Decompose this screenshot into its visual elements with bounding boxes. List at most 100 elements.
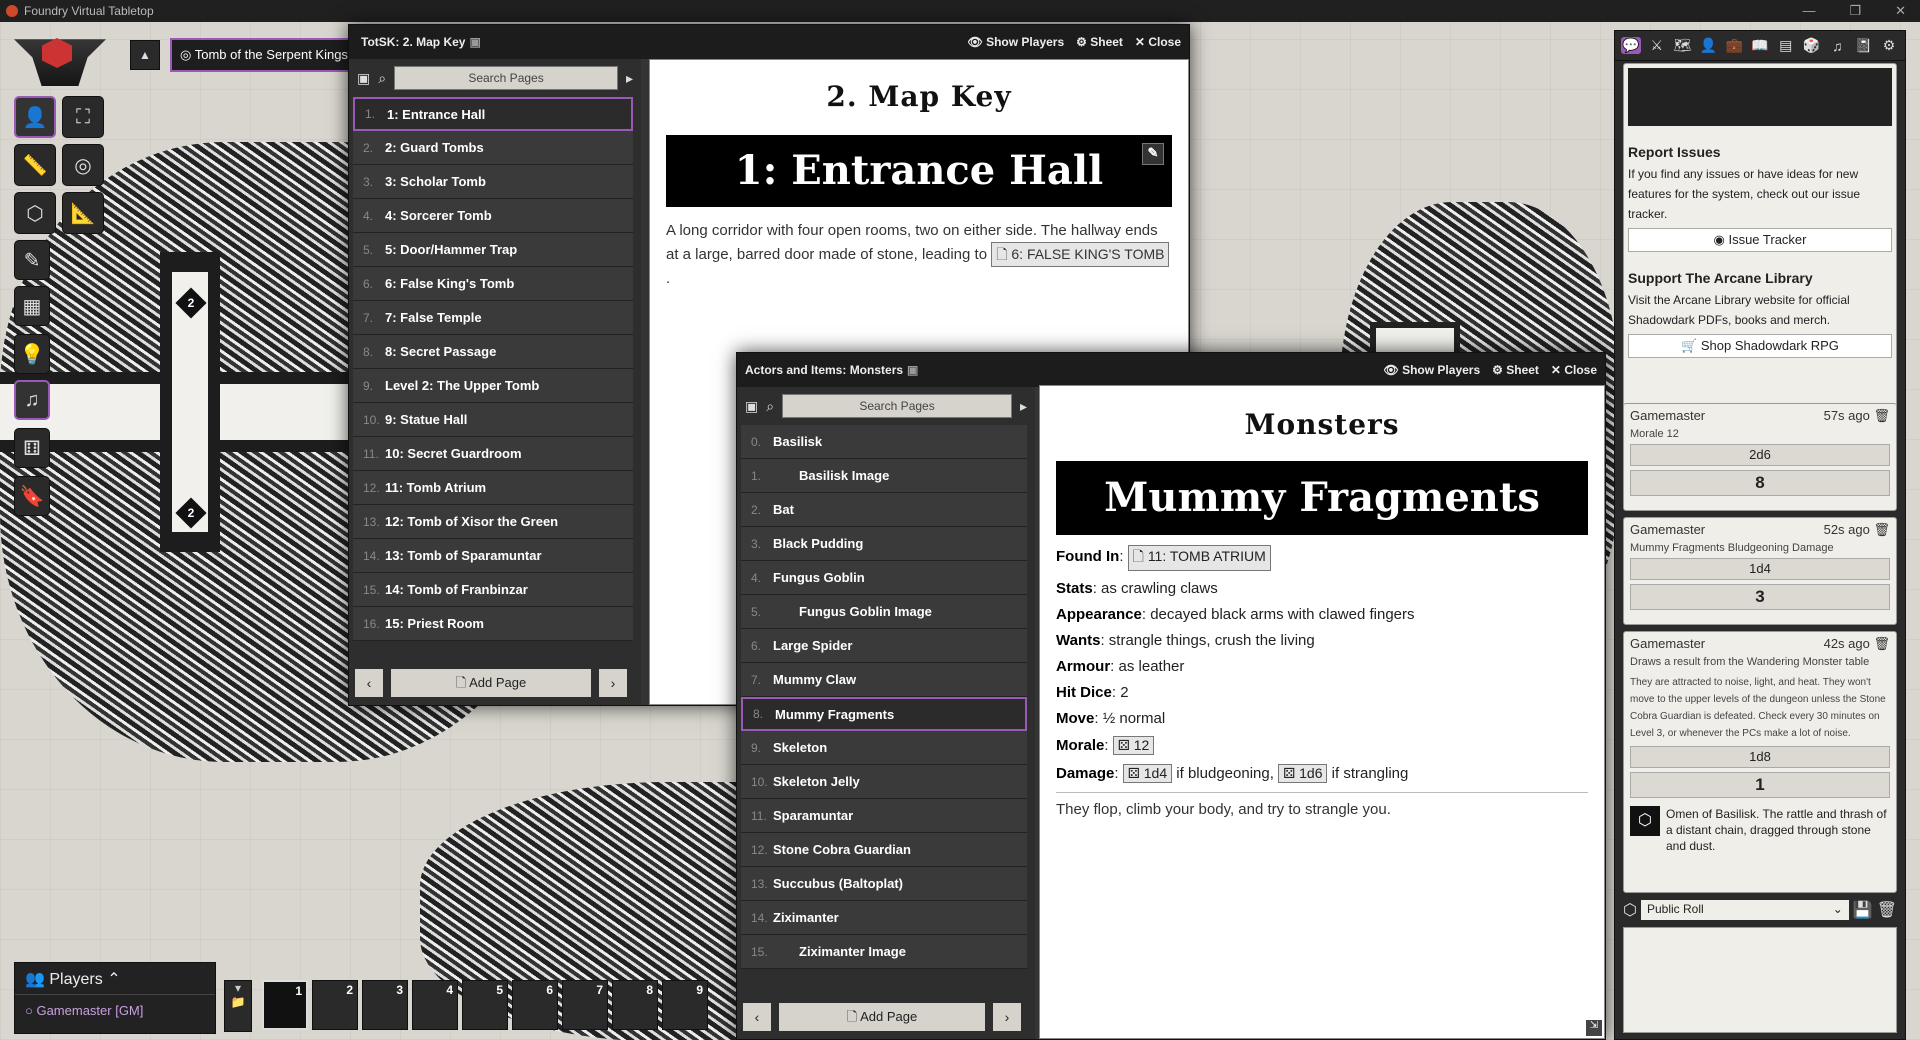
page-list-item[interactable]: 7. Mummy Claw [741, 663, 1027, 697]
issue-tracker-button[interactable]: ◉ Issue Tracker [1628, 228, 1892, 252]
macro-slot[interactable]: 1 [262, 980, 308, 1030]
scene-control-2-icon[interactable]: 📏 [14, 144, 56, 186]
minimize-button[interactable]: — [1802, 0, 1815, 22]
page-list-item[interactable]: 12. Stone Cobra Guardian [741, 833, 1027, 867]
macro-slot[interactable]: 3 [362, 980, 408, 1030]
monsters-journal-window[interactable]: Actors and Items: Monsters ▣ 👁 Show Play… [736, 352, 1606, 1040]
sidebar-tab-0-icon[interactable]: 💬 [1621, 37, 1641, 54]
macro-slot[interactable]: 9 [662, 980, 708, 1030]
toggle-sidebar-icon[interactable]: ▣ [357, 70, 370, 87]
chat-input[interactable] [1623, 927, 1897, 1033]
sheet-button[interactable]: ⚙ Sheet [1492, 363, 1539, 377]
monsters-window-header[interactable]: Actors and Items: Monsters ▣ 👁 Show Play… [737, 353, 1605, 387]
sidebar-tab-9-icon[interactable]: 📓 [1853, 37, 1873, 54]
page-list-item[interactable]: 8. 8: Secret Passage [353, 335, 633, 369]
page-list-item[interactable]: 10. Skeleton Jelly [741, 765, 1027, 799]
next-page-button[interactable]: › [993, 1003, 1021, 1031]
map-key-window-header[interactable]: TotSK: 2. Map Key ▣ 👁 Show Players ⚙ She… [349, 25, 1189, 59]
scene-control-10-icon[interactable]: ⚅ [14, 428, 50, 468]
page-list-item[interactable]: 13. 12: Tomb of Xisor the Green [353, 505, 633, 539]
page-list-item[interactable]: 11. Sparamuntar [741, 799, 1027, 833]
page-list-item[interactable]: 3. Black Pudding [741, 527, 1027, 561]
sheet-button[interactable]: ⚙ Sheet [1076, 35, 1123, 49]
page-list-item[interactable]: 6. Large Spider [741, 629, 1027, 663]
page-list-item[interactable]: 9. Level 2: The Upper Tomb [353, 369, 633, 403]
sidebar-tab-1-icon[interactable]: ⚔ [1647, 37, 1667, 54]
sidebar-tab-5-icon[interactable]: 📖 [1750, 37, 1770, 54]
macro-slot[interactable]: 5 [462, 980, 508, 1030]
map-marker-2-top[interactable]: 2 [175, 287, 207, 319]
macro-slot[interactable]: 8 [612, 980, 658, 1030]
page-list-item[interactable]: 0. Basilisk [741, 425, 1027, 459]
sidebar-tab-10-icon[interactable]: ⚙ [1879, 37, 1899, 54]
page-list-item[interactable]: 4. 4: Sorcerer Tomb [353, 199, 633, 233]
show-players-button[interactable]: 👁 Show Players [968, 35, 1065, 49]
page-list-item[interactable]: 5. Fungus Goblin Image [741, 595, 1027, 629]
damage-roll-1d6-button[interactable]: ⚄ 1d6 [1278, 764, 1328, 783]
page-list-item[interactable]: 1. 1: Entrance Hall [353, 97, 633, 131]
page-list-item[interactable]: 15. Ziximanter Image [741, 935, 1027, 969]
macro-slot[interactable]: 7 [562, 980, 608, 1030]
roll-mode-select[interactable]: Public Roll ⌄ [1640, 900, 1849, 920]
scene-control-1-icon[interactable]: ⛶ [62, 96, 104, 138]
scene-control-7-icon[interactable]: ▦ [14, 286, 50, 326]
page-list-item[interactable]: 1. Basilisk Image [741, 459, 1027, 493]
search-pages-input[interactable]: Search Pages [394, 66, 618, 90]
show-players-button[interactable]: 👁 Show Players [1384, 363, 1481, 377]
dice-formula[interactable]: 1d8 [1630, 746, 1890, 768]
dice-formula[interactable]: 2d6 [1630, 444, 1890, 466]
page-list-item[interactable]: 15. 14: Tomb of Franbinzar [353, 573, 633, 607]
page-list-item[interactable]: 2. Bat [741, 493, 1027, 527]
macro-slot[interactable]: 6 [512, 980, 558, 1030]
macro-slot[interactable]: 4 [412, 980, 458, 1030]
page-list-item[interactable]: 13. Succubus (Baltoplat) [741, 867, 1027, 901]
dice-formula[interactable]: 1d4 [1630, 558, 1890, 580]
page-list-item[interactable]: 14. Ziximanter [741, 901, 1027, 935]
page-list-item[interactable]: 12. 11: Tomb Atrium [353, 471, 633, 505]
scene-control-6-icon[interactable]: ✎ [14, 240, 50, 280]
page-list-item[interactable]: 6. 6: False King's Tomb [353, 267, 633, 301]
scene-control-3-icon[interactable]: ◎ [62, 144, 104, 186]
close-button[interactable]: ✕ Close [1551, 363, 1597, 377]
sidebar-tab-2-icon[interactable]: 🗺 [1673, 37, 1693, 54]
macro-slot[interactable]: 2 [312, 980, 358, 1030]
sidebar-tab-4-icon[interactable]: 💼 [1724, 37, 1744, 54]
page-list-item[interactable]: 10. 9: Statue Hall [353, 403, 633, 437]
map-marker-2-bottom[interactable]: 2 [175, 497, 207, 529]
edit-page-icon[interactable]: ✎ [1142, 143, 1164, 165]
save-icon[interactable]: 💾 [1853, 900, 1873, 920]
close-window-button[interactable]: ✕ [1895, 0, 1906, 22]
scene-control-8-icon[interactable]: 💡 [14, 334, 50, 374]
players-header[interactable]: 👥 Players ⌃ [15, 963, 215, 995]
page-list-item[interactable]: 8. Mummy Fragments [741, 697, 1027, 731]
sidebar-tab-7-icon[interactable]: 🎲 [1802, 37, 1822, 54]
scene-nav-toggle[interactable]: ▲ [130, 40, 160, 70]
page-list-item[interactable]: 11. 10: Secret Guardroom [353, 437, 633, 471]
close-button[interactable]: ✕ Close [1135, 35, 1181, 49]
page-list-item[interactable]: 7. 7: False Temple [353, 301, 633, 335]
page-list-item[interactable]: 5. 5: Door/Hammer Trap [353, 233, 633, 267]
scene-control-5-icon[interactable]: 📐 [62, 192, 104, 234]
prev-page-button[interactable]: ‹ [355, 669, 383, 697]
scene-control-11-icon[interactable]: 🔖 [14, 476, 50, 516]
page-list-item[interactable]: 3. 3: Scholar Tomb [353, 165, 633, 199]
trash-icon[interactable]: 🗑 [1873, 636, 1890, 651]
copy-id-icon[interactable]: ▣ [907, 363, 918, 377]
trash-icon[interactable]: 🗑 [1877, 900, 1897, 920]
shop-button[interactable]: 🛒 Shop Shadowdark RPG [1628, 334, 1892, 358]
scene-nav-active[interactable]: ◎ Tomb of the Serpent Kings [170, 38, 356, 72]
damage-roll-1d4-button[interactable]: ⚄ 1d4 [1122, 764, 1173, 783]
page-list-item[interactable]: 16. 15: Priest Room [353, 607, 633, 641]
page-list-item[interactable]: 14. 13: Tomb of Sparamuntar [353, 539, 633, 573]
morale-roll-button[interactable]: ⚄ 12 [1112, 736, 1155, 755]
collapse-arrow-icon[interactable]: ▸ [1020, 398, 1027, 415]
trash-icon[interactable]: 🗑 [1873, 522, 1890, 537]
add-page-button[interactable]: 🗋 Add Page [391, 669, 591, 697]
sidebar-tab-6-icon[interactable]: ▤ [1776, 37, 1796, 54]
sidebar-tab-3-icon[interactable]: 👤 [1698, 37, 1718, 54]
maximize-button[interactable]: ❐ [1849, 0, 1861, 22]
trash-icon[interactable]: 🗑 [1873, 408, 1890, 423]
collapse-arrow-icon[interactable]: ▸ [626, 70, 633, 87]
scene-control-9-icon[interactable]: ♫ [14, 380, 50, 420]
scene-control-0-icon[interactable]: 👤 [14, 96, 56, 138]
